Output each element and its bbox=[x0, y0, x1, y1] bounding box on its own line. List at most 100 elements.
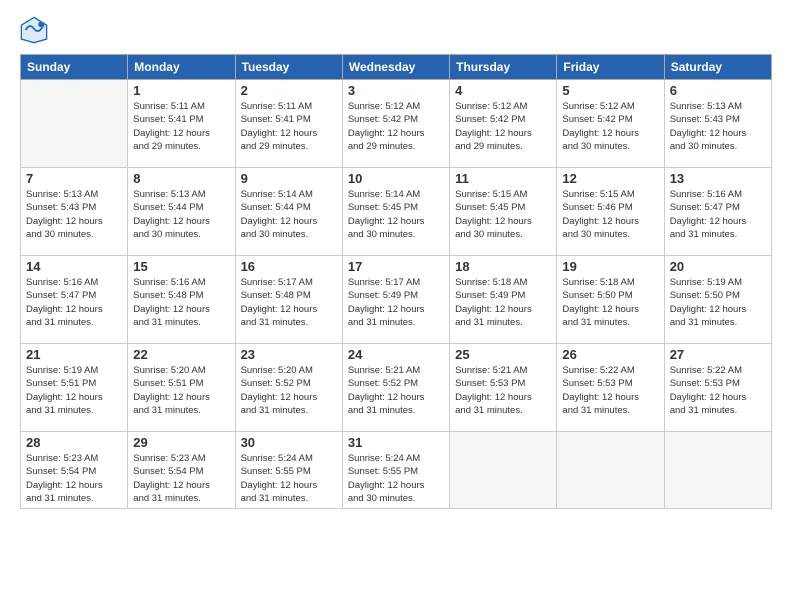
day-number: 23 bbox=[241, 347, 337, 362]
day-info: Sunrise: 5:15 AM Sunset: 5:46 PM Dayligh… bbox=[562, 188, 658, 241]
calendar-cell: 28 Sunrise: 5:23 AM Sunset: 5:54 PM Dayli… bbox=[21, 432, 128, 509]
calendar-cell: 8 Sunrise: 5:13 AM Sunset: 5:44 PM Daylig… bbox=[128, 168, 235, 256]
day-number: 24 bbox=[348, 347, 444, 362]
day-number: 3 bbox=[348, 83, 444, 98]
calendar-cell: 24 Sunrise: 5:21 AM Sunset: 5:52 PM Dayli… bbox=[342, 344, 449, 432]
day-info: Sunrise: 5:17 AM Sunset: 5:49 PM Dayligh… bbox=[348, 276, 444, 329]
calendar-cell: 25 Sunrise: 5:21 AM Sunset: 5:53 PM Dayli… bbox=[450, 344, 557, 432]
day-info: Sunrise: 5:17 AM Sunset: 5:48 PM Dayligh… bbox=[241, 276, 337, 329]
day-info: Sunrise: 5:21 AM Sunset: 5:52 PM Dayligh… bbox=[348, 364, 444, 417]
day-number: 28 bbox=[26, 435, 122, 450]
calendar-cell bbox=[557, 432, 664, 509]
day-number: 9 bbox=[241, 171, 337, 186]
day-number: 8 bbox=[133, 171, 229, 186]
day-number: 17 bbox=[348, 259, 444, 274]
logo bbox=[20, 16, 52, 44]
calendar-cell bbox=[664, 432, 771, 509]
day-info: Sunrise: 5:14 AM Sunset: 5:45 PM Dayligh… bbox=[348, 188, 444, 241]
day-number: 18 bbox=[455, 259, 551, 274]
calendar-cell: 12 Sunrise: 5:15 AM Sunset: 5:46 PM Dayli… bbox=[557, 168, 664, 256]
calendar-cell bbox=[21, 80, 128, 168]
calendar-cell: 30Sunrise: 5:24 AM Sunset: 5:55 PM Dayli… bbox=[235, 432, 342, 509]
day-info: Sunrise: 5:11 AM Sunset: 5:41 PM Dayligh… bbox=[241, 100, 337, 153]
day-info: Sunrise: 5:23 AM Sunset: 5:54 PM Dayligh… bbox=[133, 452, 229, 505]
day-number: 16 bbox=[241, 259, 337, 274]
calendar-cell: 10 Sunrise: 5:14 AM Sunset: 5:45 PM Dayli… bbox=[342, 168, 449, 256]
calendar-cell: 18 Sunrise: 5:18 AM Sunset: 5:49 PM Dayli… bbox=[450, 256, 557, 344]
col-sunday: Sunday bbox=[21, 55, 128, 80]
day-number: 30 bbox=[241, 435, 337, 450]
day-info: Sunrise: 5:13 AM Sunset: 5:43 PM Dayligh… bbox=[26, 188, 122, 241]
day-info: Sunrise: 5:16 AM Sunset: 5:47 PM Dayligh… bbox=[26, 276, 122, 329]
calendar-cell: 13 Sunrise: 5:16 AM Sunset: 5:47 PM Dayli… bbox=[664, 168, 771, 256]
col-saturday: Saturday bbox=[664, 55, 771, 80]
col-wednesday: Wednesday bbox=[342, 55, 449, 80]
day-number: 1 bbox=[133, 83, 229, 98]
col-monday: Monday bbox=[128, 55, 235, 80]
day-info: Sunrise: 5:22 AM Sunset: 5:53 PM Dayligh… bbox=[670, 364, 766, 417]
day-info: Sunrise: 5:18 AM Sunset: 5:50 PM Dayligh… bbox=[562, 276, 658, 329]
day-number: 19 bbox=[562, 259, 658, 274]
day-info: Sunrise: 5:15 AM Sunset: 5:45 PM Dayligh… bbox=[455, 188, 551, 241]
calendar-cell: 27 Sunrise: 5:22 AM Sunset: 5:53 PM Dayli… bbox=[664, 344, 771, 432]
day-number: 25 bbox=[455, 347, 551, 362]
day-number: 31 bbox=[348, 435, 444, 450]
calendar-cell: 31 Sunrise: 5:24 AM Sunset: 5:55 PM Dayli… bbox=[342, 432, 449, 509]
day-info: Sunrise: 5:16 AM Sunset: 5:48 PM Dayligh… bbox=[133, 276, 229, 329]
calendar-week-row: 1 Sunrise: 5:11 AM Sunset: 5:41 PM Daylig… bbox=[21, 80, 772, 168]
calendar-cell: 2Sunrise: 5:11 AM Sunset: 5:41 PM Daylig… bbox=[235, 80, 342, 168]
day-number: 11 bbox=[455, 171, 551, 186]
day-number: 10 bbox=[348, 171, 444, 186]
day-number: 20 bbox=[670, 259, 766, 274]
day-number: 29 bbox=[133, 435, 229, 450]
calendar-cell: 11 Sunrise: 5:15 AM Sunset: 5:45 PM Dayli… bbox=[450, 168, 557, 256]
day-info: Sunrise: 5:23 AM Sunset: 5:54 PM Dayligh… bbox=[26, 452, 122, 505]
day-info: Sunrise: 5:24 AM Sunset: 5:55 PM Dayligh… bbox=[348, 452, 444, 505]
col-thursday: Thursday bbox=[450, 55, 557, 80]
calendar-cell: 3 Sunrise: 5:12 AM Sunset: 5:42 PM Daylig… bbox=[342, 80, 449, 168]
calendar-cell: 7 Sunrise: 5:13 AM Sunset: 5:43 PM Daylig… bbox=[21, 168, 128, 256]
day-number: 12 bbox=[562, 171, 658, 186]
day-info: Sunrise: 5:16 AM Sunset: 5:47 PM Dayligh… bbox=[670, 188, 766, 241]
calendar-cell: 21 Sunrise: 5:19 AM Sunset: 5:51 PM Dayli… bbox=[21, 344, 128, 432]
day-info: Sunrise: 5:12 AM Sunset: 5:42 PM Dayligh… bbox=[562, 100, 658, 153]
day-info: Sunrise: 5:19 AM Sunset: 5:50 PM Dayligh… bbox=[670, 276, 766, 329]
calendar-week-row: 14 Sunrise: 5:16 AM Sunset: 5:47 PM Dayli… bbox=[21, 256, 772, 344]
calendar-cell: 20 Sunrise: 5:19 AM Sunset: 5:50 PM Dayli… bbox=[664, 256, 771, 344]
day-number: 13 bbox=[670, 171, 766, 186]
day-info: Sunrise: 5:14 AM Sunset: 5:44 PM Dayligh… bbox=[241, 188, 337, 241]
day-number: 26 bbox=[562, 347, 658, 362]
calendar-cell: 26Sunrise: 5:22 AM Sunset: 5:53 PM Dayli… bbox=[557, 344, 664, 432]
calendar-header-row: Sunday Monday Tuesday Wednesday Thursday… bbox=[21, 55, 772, 80]
day-info: Sunrise: 5:12 AM Sunset: 5:42 PM Dayligh… bbox=[455, 100, 551, 153]
calendar-cell bbox=[450, 432, 557, 509]
day-number: 5 bbox=[562, 83, 658, 98]
day-info: Sunrise: 5:19 AM Sunset: 5:51 PM Dayligh… bbox=[26, 364, 122, 417]
day-info: Sunrise: 5:20 AM Sunset: 5:52 PM Dayligh… bbox=[241, 364, 337, 417]
day-number: 15 bbox=[133, 259, 229, 274]
calendar-cell: 29 Sunrise: 5:23 AM Sunset: 5:54 PM Dayli… bbox=[128, 432, 235, 509]
calendar-week-row: 7 Sunrise: 5:13 AM Sunset: 5:43 PM Daylig… bbox=[21, 168, 772, 256]
day-info: Sunrise: 5:12 AM Sunset: 5:42 PM Dayligh… bbox=[348, 100, 444, 153]
logo-icon bbox=[20, 16, 48, 44]
day-info: Sunrise: 5:21 AM Sunset: 5:53 PM Dayligh… bbox=[455, 364, 551, 417]
day-info: Sunrise: 5:11 AM Sunset: 5:41 PM Dayligh… bbox=[133, 100, 229, 153]
day-number: 7 bbox=[26, 171, 122, 186]
calendar-cell: 16 Sunrise: 5:17 AM Sunset: 5:48 PM Dayli… bbox=[235, 256, 342, 344]
calendar-cell: 19 Sunrise: 5:18 AM Sunset: 5:50 PM Dayli… bbox=[557, 256, 664, 344]
calendar-cell: 15 Sunrise: 5:16 AM Sunset: 5:48 PM Dayli… bbox=[128, 256, 235, 344]
day-number: 14 bbox=[26, 259, 122, 274]
day-info: Sunrise: 5:13 AM Sunset: 5:44 PM Dayligh… bbox=[133, 188, 229, 241]
header bbox=[20, 16, 772, 44]
page: Sunday Monday Tuesday Wednesday Thursday… bbox=[0, 0, 792, 612]
calendar-week-row: 28 Sunrise: 5:23 AM Sunset: 5:54 PM Dayli… bbox=[21, 432, 772, 509]
day-info: Sunrise: 5:20 AM Sunset: 5:51 PM Dayligh… bbox=[133, 364, 229, 417]
calendar-cell: 23 Sunrise: 5:20 AM Sunset: 5:52 PM Dayli… bbox=[235, 344, 342, 432]
day-info: Sunrise: 5:18 AM Sunset: 5:49 PM Dayligh… bbox=[455, 276, 551, 329]
day-number: 21 bbox=[26, 347, 122, 362]
day-number: 4 bbox=[455, 83, 551, 98]
day-number: 27 bbox=[670, 347, 766, 362]
calendar-cell: 4 Sunrise: 5:12 AM Sunset: 5:42 PM Daylig… bbox=[450, 80, 557, 168]
calendar-cell: 9 Sunrise: 5:14 AM Sunset: 5:44 PM Daylig… bbox=[235, 168, 342, 256]
day-number: 6 bbox=[670, 83, 766, 98]
